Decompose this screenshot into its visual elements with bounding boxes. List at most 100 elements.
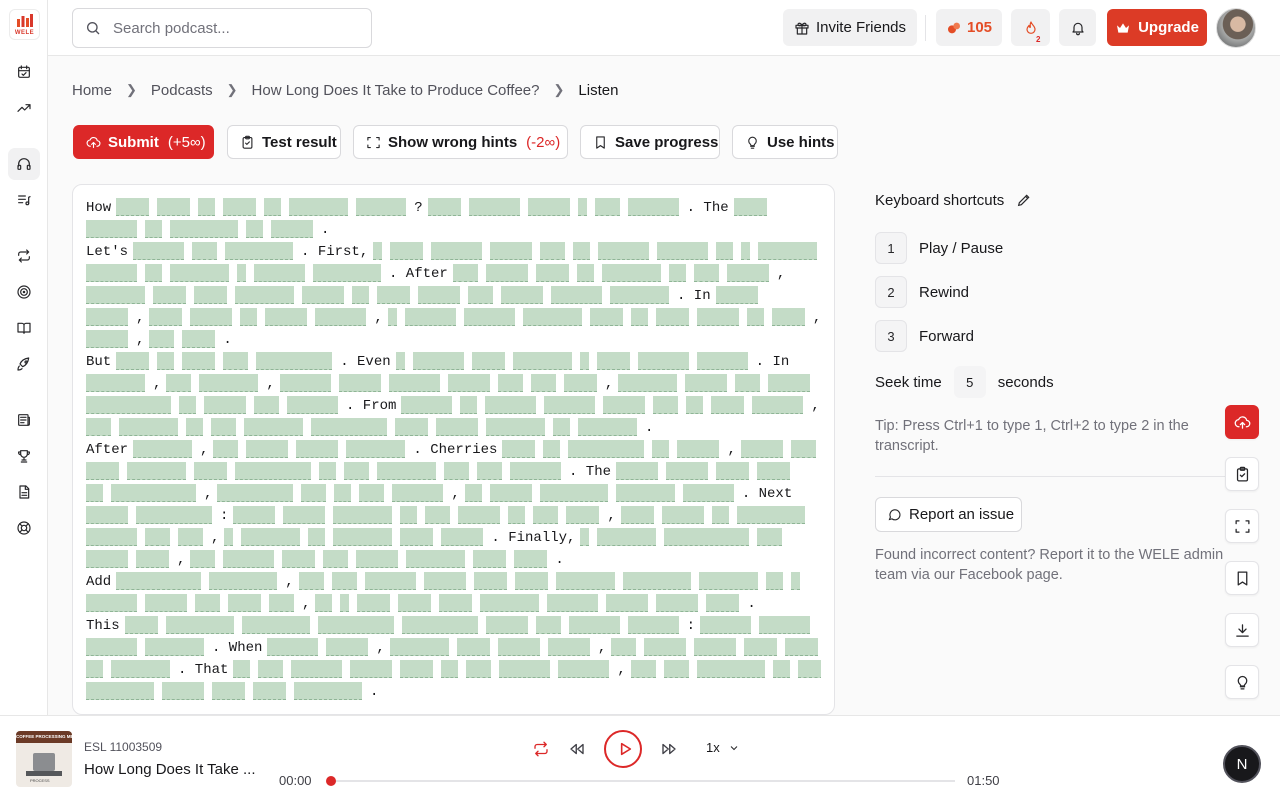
word-blank-input[interactable] [86, 594, 137, 612]
word-blank-input[interactable] [289, 198, 349, 216]
word-blank-input[interactable] [199, 374, 259, 392]
word-blank-input[interactable] [136, 506, 212, 524]
word-blank-input[interactable] [686, 396, 704, 414]
word-blank-input[interactable] [333, 506, 393, 524]
word-blank-input[interactable] [615, 484, 675, 502]
word-blank-input[interactable] [558, 660, 610, 678]
word-blank-input[interactable] [298, 572, 324, 590]
word-blank-input[interactable] [501, 286, 543, 304]
word-blank-input[interactable] [657, 242, 709, 260]
episode-thumbnail[interactable]: COFFEE PROCESSING METHODS PROCESS [16, 731, 72, 787]
word-blank-input[interactable] [716, 242, 734, 260]
word-blank-input[interactable] [603, 396, 646, 414]
word-blank-input[interactable] [601, 264, 661, 282]
streak-fire-button[interactable]: 2 [1011, 9, 1050, 46]
progress-knob[interactable] [326, 776, 336, 786]
word-blank-input[interactable] [458, 506, 501, 524]
word-blank-input[interactable] [543, 440, 561, 458]
word-blank-input[interactable] [696, 352, 748, 370]
word-blank-input[interactable] [685, 374, 728, 392]
word-blank-input[interactable] [194, 462, 227, 480]
word-blank-input[interactable] [551, 286, 602, 304]
word-blank-input[interactable] [190, 308, 233, 326]
word-blank-input[interactable] [392, 484, 444, 502]
word-blank-input[interactable] [145, 264, 162, 282]
sidebar-item-rocket[interactable] [8, 348, 40, 380]
word-blank-input[interactable] [352, 286, 369, 304]
word-blank-input[interactable] [395, 418, 428, 436]
word-blank-input[interactable] [547, 638, 590, 656]
word-blank-input[interactable] [340, 594, 350, 612]
word-blank-input[interactable] [195, 594, 220, 612]
word-blank-input[interactable] [489, 484, 532, 502]
word-blank-input[interactable] [439, 594, 473, 612]
word-blank-input[interactable] [377, 462, 436, 480]
word-blank-input[interactable] [715, 286, 758, 304]
word-blank-input[interactable] [400, 506, 418, 524]
word-blank-input[interactable] [225, 242, 294, 260]
word-blank-input[interactable] [540, 242, 566, 260]
word-blank-input[interactable] [86, 550, 128, 568]
word-blank-input[interactable] [486, 418, 545, 436]
word-blank-input[interactable] [331, 572, 357, 590]
word-blank-input[interactable] [145, 528, 170, 546]
word-blank-input[interactable] [637, 352, 689, 370]
sidebar-item-list-music[interactable] [8, 184, 40, 216]
playback-speed-select[interactable]: 1x [706, 740, 740, 755]
word-blank-input[interactable] [326, 638, 369, 656]
word-blank-input[interactable] [711, 396, 745, 414]
word-blank-input[interactable] [444, 462, 469, 480]
word-blank-input[interactable] [145, 638, 204, 656]
word-blank-input[interactable] [356, 198, 407, 216]
seek-time-input[interactable]: 5 [953, 366, 986, 398]
word-blank-input[interactable] [170, 264, 229, 282]
word-blank-input[interactable] [611, 638, 637, 656]
shortcut-key[interactable]: 2 [875, 276, 907, 308]
word-blank-input[interactable] [752, 396, 804, 414]
word-blank-input[interactable] [759, 616, 811, 634]
loop-button[interactable] [529, 737, 553, 761]
word-blank-input[interactable] [661, 506, 704, 524]
breadcrumb-podcasts[interactable]: Podcasts [151, 82, 213, 99]
word-blank-input[interactable] [594, 198, 620, 216]
word-blank-input[interactable] [387, 308, 397, 326]
word-blank-input[interactable] [452, 264, 478, 282]
word-blank-input[interactable] [464, 484, 482, 502]
word-blank-input[interactable] [86, 638, 137, 656]
word-blank-input[interactable] [133, 440, 193, 458]
word-blank-input[interactable] [544, 396, 596, 414]
word-blank-input[interactable] [535, 264, 569, 282]
word-blank-input[interactable] [86, 374, 145, 392]
word-blank-input[interactable] [86, 506, 128, 524]
word-blank-input[interactable] [133, 242, 185, 260]
word-blank-input[interactable] [768, 374, 811, 392]
word-blank-input[interactable] [194, 286, 227, 304]
word-blank-input[interactable] [86, 396, 171, 414]
word-blank-input[interactable] [86, 528, 137, 546]
word-blank-input[interactable] [630, 308, 648, 326]
word-blank-input[interactable] [170, 220, 238, 238]
word-blank-input[interactable] [644, 638, 687, 656]
word-blank-input[interactable] [401, 616, 478, 634]
word-blank-input[interactable] [282, 550, 316, 568]
word-blank-input[interactable] [149, 308, 183, 326]
word-blank-input[interactable] [162, 682, 204, 700]
play-button[interactable] [604, 730, 642, 768]
word-blank-input[interactable] [741, 242, 751, 260]
word-blank-input[interactable] [553, 418, 570, 436]
word-blank-input[interactable] [726, 264, 769, 282]
word-blank-input[interactable] [111, 660, 170, 678]
word-blank-input[interactable] [456, 638, 490, 656]
word-blank-input[interactable] [165, 616, 234, 634]
word-blank-input[interactable] [598, 242, 650, 260]
word-blank-input[interactable] [356, 550, 399, 568]
word-blank-input[interactable] [246, 220, 263, 238]
word-blank-input[interactable] [758, 242, 818, 260]
word-blank-input[interactable] [597, 528, 657, 546]
word-blank-input[interactable] [157, 198, 191, 216]
word-blank-input[interactable] [757, 462, 791, 480]
word-blank-input[interactable] [136, 550, 169, 568]
word-blank-input[interactable] [359, 484, 385, 502]
word-blank-input[interactable] [246, 440, 289, 458]
word-blank-input[interactable] [589, 308, 623, 326]
